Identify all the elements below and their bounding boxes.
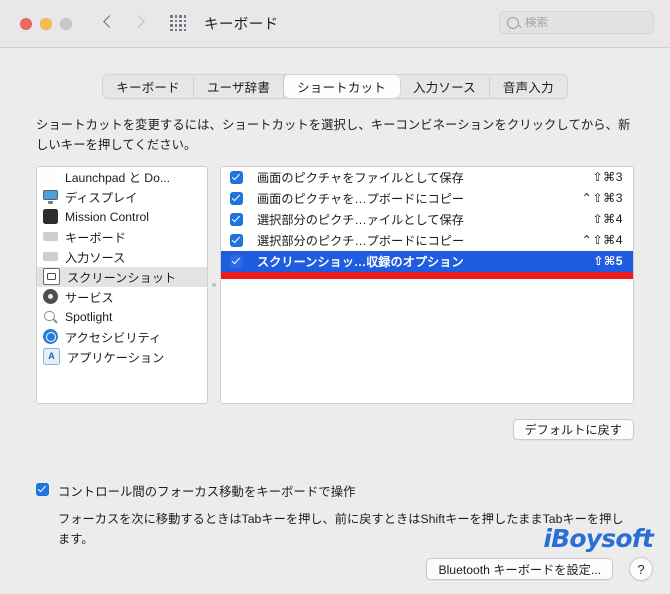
traffic-light-group: [20, 17, 72, 30]
tab-3[interactable]: 入力ソース: [400, 75, 490, 98]
focus-checkbox[interactable]: [36, 482, 49, 496]
splitter-grip-icon[interactable]: [212, 282, 216, 287]
category-row[interactable]: ディスプレイ: [37, 187, 207, 207]
preferences-tabbar: キーボード ユーザ辞書 ショートカット 入力ソース 音声入力: [0, 48, 670, 99]
shortcut-keys[interactable]: ⇧⌘3: [592, 170, 623, 184]
back-icon[interactable]: [103, 14, 116, 34]
shortcut-checkbox[interactable]: [230, 212, 243, 226]
split-panes: Launchpad と Do... ディスプレイ Mission Control キー…: [36, 165, 634, 404]
tab-segmented-control: キーボード ユーザ辞書 ショートカット 入力ソース 音声入力: [102, 74, 568, 99]
category-label: Spotlight: [65, 309, 113, 324]
reset-row: デフォルトに戻す: [36, 418, 634, 440]
launchpad-dock-icon: [43, 169, 58, 185]
category-label: 入力ソース: [65, 250, 126, 265]
help-button[interactable]: ?: [629, 557, 653, 581]
minimize-button[interactable]: [40, 17, 52, 30]
shortcut-row[interactable]: 画面のピクチャを…プボードにコピー ⌃⇧⌘3: [221, 188, 633, 209]
search-field[interactable]: [499, 11, 654, 34]
iboysoft-watermark: iBoysoft: [543, 524, 653, 553]
annotation-highlight-bar: [221, 271, 633, 279]
category-label: アクセシビリティ: [65, 330, 162, 345]
shortcut-checkbox[interactable]: [230, 170, 243, 184]
shortcut-checkbox[interactable]: [230, 254, 243, 268]
category-row[interactable]: アプリケーション: [37, 347, 207, 367]
input-source-icon: [43, 252, 58, 262]
tab-1[interactable]: ユーザ辞書: [194, 75, 285, 98]
close-button[interactable]: [20, 17, 32, 30]
shortcut-keys[interactable]: ⌃⇧⌘3: [582, 191, 623, 205]
category-row[interactable]: スクリーンショット: [37, 266, 207, 287]
navigation-arrows: [103, 14, 146, 34]
window-title: キーボード: [204, 17, 279, 33]
shortcut-checkbox[interactable]: [230, 233, 243, 247]
shortcut-row[interactable]: 画面のピクチャをファイルとして保存 ⇧⌘3: [221, 167, 633, 188]
shortcut-label: 画面のピクチャをファイルとして保存: [257, 171, 464, 186]
category-row[interactable]: Spotlight: [37, 307, 207, 327]
shortcut-keys[interactable]: ⇧⌘5: [593, 254, 623, 268]
shortcut-keys[interactable]: ⇧⌘4: [592, 212, 623, 226]
search-icon: [507, 16, 519, 29]
shortcut-label: スクリーンショッ…収録のオプション: [257, 255, 464, 270]
mission-control-icon: [43, 209, 58, 225]
shortcut-row[interactable]: スクリーンショッ…収録のオプション ⇧⌘5: [221, 250, 633, 272]
services-gear-icon: [43, 289, 58, 305]
category-row[interactable]: Mission Control: [37, 207, 207, 227]
category-list[interactable]: Launchpad と Do... ディスプレイ Mission Control キー…: [36, 165, 208, 404]
focus-checkbox-label: コントロール間のフォーカス移動をキーボードで操作: [58, 484, 356, 499]
keyboard-preferences-window: キーボード キーボードユーザ辞書ショートカット入力ソース音声入力 ショートカット…: [0, 0, 670, 594]
category-row[interactable]: アクセシビリティ: [37, 327, 207, 347]
shortcut-label: 画面のピクチャを…プボードにコピー: [257, 192, 465, 207]
focus-checkbox-row[interactable]: コントロール間のフォーカス移動をキーボードで操作: [36, 482, 634, 500]
category-row[interactable]: 入力ソース: [37, 247, 207, 267]
shortcuts-pane: ショートカットを変更するには、ショートカットを選択し、キーコンビネーションをクリ…: [0, 116, 670, 549]
display-icon: [43, 189, 58, 204]
shortcut-keys[interactable]: ⌃⇧⌘4: [582, 233, 623, 247]
shortcut-list[interactable]: 画面のピクチャをファイルとして保存 ⇧⌘3 画面のピクチャを…プボードにコピー ⌃⇧⌘…: [220, 165, 634, 404]
category-label: キーボード: [65, 230, 126, 245]
shortcut-label: 選択部分のピクチ…プボードにコピー: [257, 234, 465, 249]
tab-2[interactable]: ショートカット: [284, 75, 400, 98]
setup-bluetooth-keyboard-button[interactable]: Bluetooth キーボードを設定...: [426, 558, 613, 580]
pane-splitter[interactable]: [208, 166, 220, 404]
show-all-preferences-icon[interactable]: [170, 15, 187, 32]
accessibility-icon: [43, 329, 58, 345]
forward-icon[interactable]: [132, 14, 146, 34]
category-row[interactable]: キーボード: [37, 227, 207, 247]
category-label: Mission Control: [65, 209, 149, 224]
search-input[interactable]: [525, 16, 646, 29]
window-bottom-bar: iBoysoft Bluetooth キーボードを設定... ?: [0, 526, 670, 594]
category-row[interactable]: Launchpad と Do...: [37, 167, 207, 187]
keyboard-icon: [43, 232, 58, 242]
spotlight-icon: [43, 309, 58, 324]
category-label: アプリケーション: [67, 350, 165, 365]
tab-0[interactable]: キーボード: [103, 75, 194, 98]
screenshot-icon: [43, 268, 60, 286]
reset-defaults-button[interactable]: デフォルトに戻す: [512, 418, 634, 440]
zoom-button[interactable]: [60, 17, 72, 30]
category-label: サービス: [65, 290, 114, 305]
window-titlebar: キーボード: [0, 0, 670, 48]
shortcut-checkbox[interactable]: [230, 191, 243, 205]
instruction-text: ショートカットを変更するには、ショートカットを選択し、キーコンビネーションをクリ…: [36, 118, 631, 152]
shortcut-row[interactable]: 選択部分のピクチ…プボードにコピー ⌃⇧⌘4: [221, 230, 633, 251]
tab-4[interactable]: 音声入力: [490, 75, 567, 98]
category-label: Launchpad と Do...: [65, 170, 171, 185]
category-label: スクリーンショット: [67, 270, 177, 285]
applications-icon: [43, 348, 60, 366]
shortcut-row[interactable]: 選択部分のピクチ…ァイルとして保存 ⇧⌘4: [221, 209, 633, 230]
category-label: ディスプレイ: [65, 190, 138, 205]
category-row[interactable]: サービス: [37, 287, 207, 307]
shortcut-label: 選択部分のピクチ…ァイルとして保存: [257, 213, 464, 228]
